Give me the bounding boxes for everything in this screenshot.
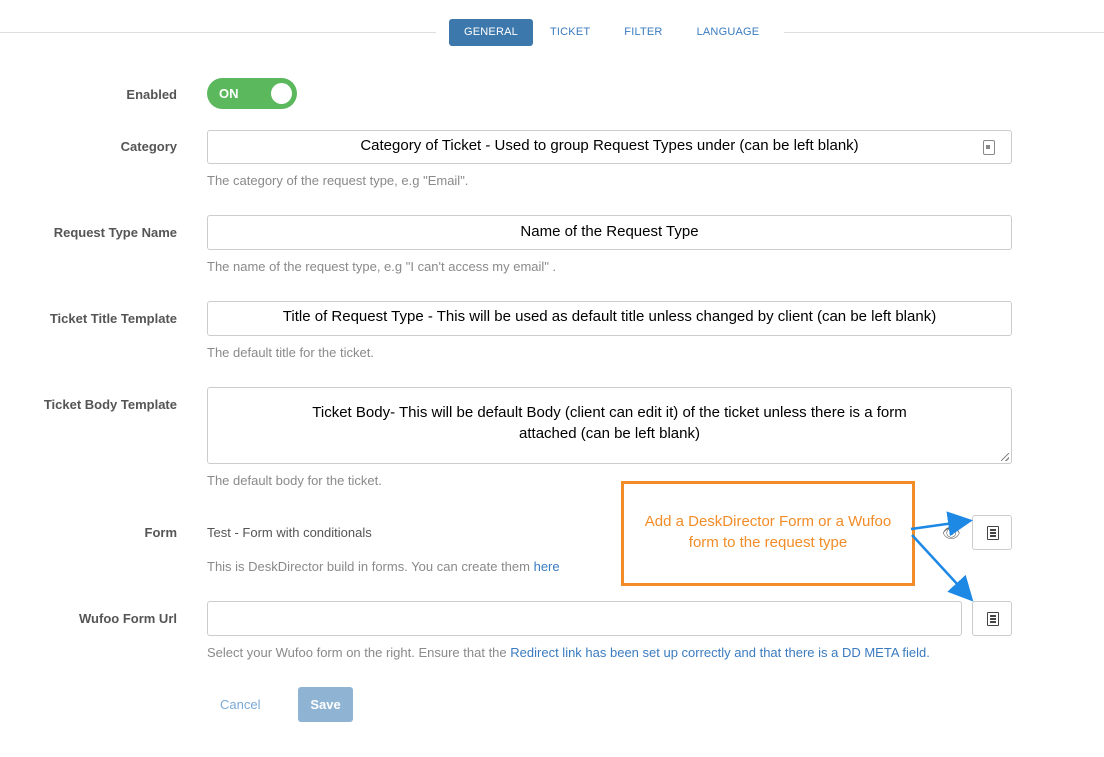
annotation-arrows xyxy=(910,511,974,602)
arrow-to-wufoo-button xyxy=(911,534,974,602)
arrow-to-form-button xyxy=(910,511,973,537)
